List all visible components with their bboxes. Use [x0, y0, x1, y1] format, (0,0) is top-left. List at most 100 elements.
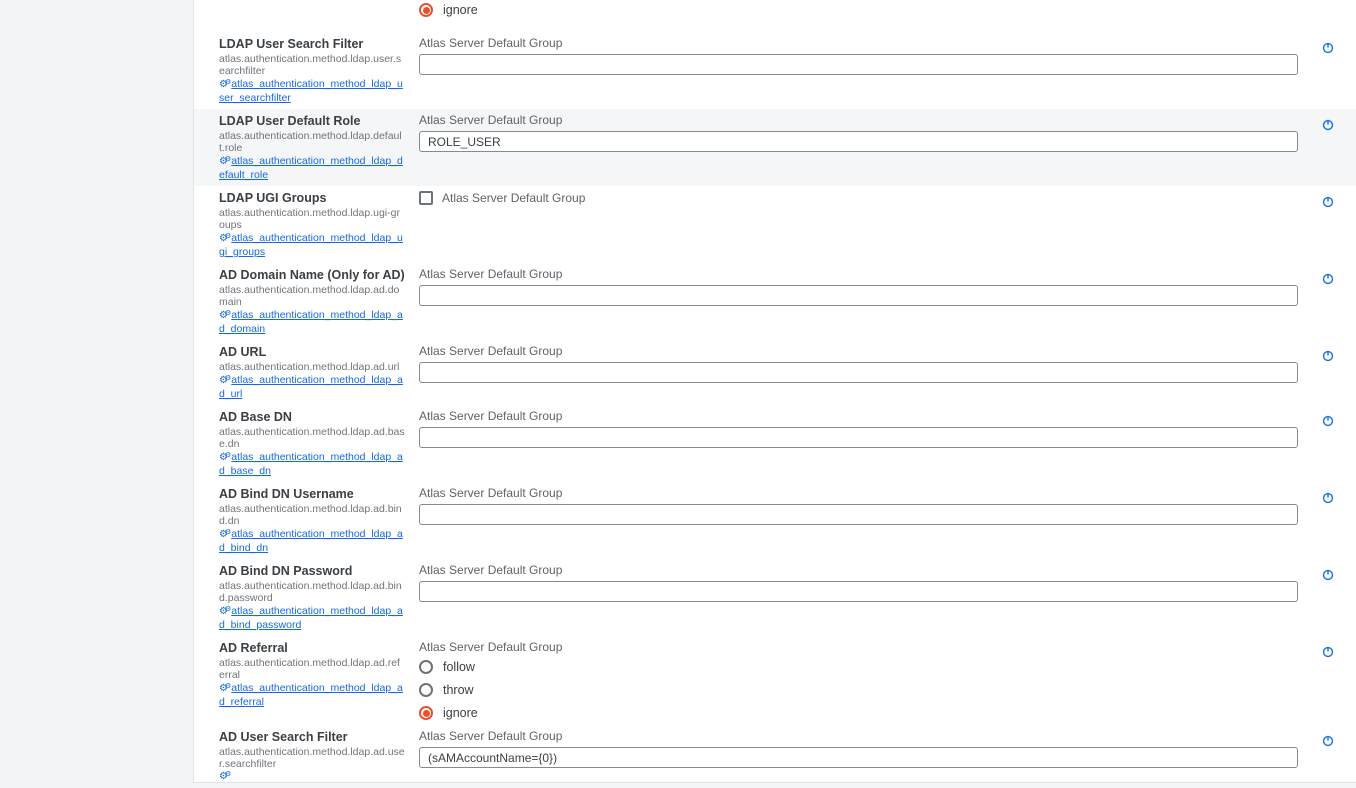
reset-to-default-icon[interactable] [1322, 118, 1334, 130]
property-name: atlas.authentication.method.ldap.user.se… [219, 53, 405, 77]
property-name: atlas.authentication.method.ldap.default… [219, 130, 405, 154]
radio-option[interactable]: ignore [419, 706, 1298, 720]
config-value-input[interactable] [419, 504, 1298, 525]
reset-to-default-icon[interactable] [1322, 195, 1334, 207]
gears-icon: ⚙⚙ [219, 233, 229, 244]
radio-option[interactable]: throw [419, 683, 1298, 697]
config-value-input[interactable] [419, 581, 1298, 602]
api-name-link[interactable]: ⚙⚙atlas_authentication_method_ldap_ugi_g… [219, 232, 405, 258]
gears-icon: ⚙⚙ [219, 529, 229, 540]
radio-icon[interactable] [419, 660, 433, 674]
group-label: Atlas Server Default Group [419, 487, 562, 500]
config-row: AD Bind DN Username atlas.authentication… [194, 482, 1356, 559]
group-label: Atlas Server Default Group [419, 641, 562, 654]
radio-option-label: follow [443, 660, 475, 674]
left-panel [0, 0, 193, 788]
config-row: AD Bind DN Password atlas.authentication… [194, 559, 1356, 636]
config-row: AD Base DN atlas.authentication.method.l… [194, 405, 1356, 482]
reset-to-default-icon[interactable] [1322, 349, 1334, 361]
reset-to-default-icon[interactable] [1322, 414, 1334, 426]
api-name-link[interactable]: ⚙⚙atlas_authentication_method_ldap_ad_do… [219, 309, 405, 335]
group-line: Atlas Server Default Group [419, 730, 1298, 743]
reset-to-default-icon[interactable] [1322, 491, 1334, 503]
gears-icon: ⚙⚙ [219, 683, 229, 694]
gears-icon: ⚙⚙ [219, 452, 229, 463]
api-name-link[interactable]: ⚙⚙atlas_authentication_method_ldap_ad_bi… [219, 528, 405, 554]
radio-option[interactable]: ignore [419, 3, 1292, 17]
api-name-link-label: atlas_authentication_method_ldap_ad_refe… [219, 682, 403, 708]
config-value-input[interactable] [419, 747, 1298, 768]
reset-to-default-icon[interactable] [1322, 272, 1334, 284]
group-label: Atlas Server Default Group [419, 564, 562, 577]
setting-title: LDAP User Default Role [219, 114, 405, 128]
config-value-input[interactable] [419, 427, 1298, 448]
config-row: AD Domain Name (Only for AD) atlas.authe… [194, 263, 1356, 340]
row-control [419, 427, 1298, 448]
setting-title: AD Base DN [219, 410, 405, 424]
api-name-link[interactable]: ⚙⚙atlas_authentication_method_ldap_ad_ur… [219, 374, 405, 400]
setting-title: AD Bind DN Password [219, 564, 405, 578]
property-name: atlas.authentication.method.ldap.ad.bind… [219, 503, 405, 527]
config-row: LDAP User Default Role atlas.authenticat… [194, 109, 1356, 186]
setting-title: AD URL [219, 345, 405, 359]
config-row: AD User Search Filter atlas.authenticati… [194, 725, 1356, 783]
radio-option-label: throw [443, 683, 474, 697]
setting-title: LDAP UGI Groups [219, 191, 405, 205]
api-name-link[interactable]: ⚙⚙atlas_authentication_method_ldap_ad_re… [219, 682, 405, 708]
config-value-input[interactable] [419, 131, 1298, 152]
reset-to-default-icon[interactable] [1322, 568, 1334, 580]
api-name-link-label: atlas_authentication_method_ldap_ad_url [219, 374, 403, 400]
property-name: atlas.authentication.method.ldap.ad.bind… [219, 580, 405, 604]
radio-selected-icon[interactable] [419, 706, 433, 720]
config-value-input[interactable] [419, 54, 1298, 75]
group-line: Atlas Server Default Group [419, 268, 1298, 281]
setting-title: AD User Search Filter [219, 730, 405, 744]
configuration-list-card: ignore LDAP User Search Filter atlas.aut… [193, 0, 1356, 783]
reset-to-default-icon[interactable] [1322, 734, 1334, 746]
group-line: Atlas Server Default Group [419, 641, 1298, 654]
api-name-link[interactable]: ⚙⚙atlas_authentication_method_ldap_ad_us… [219, 771, 405, 783]
property-name: atlas.authentication.method.ldap.ad.refe… [219, 657, 405, 681]
group-line: Atlas Server Default Group [419, 114, 1298, 127]
row-control [419, 285, 1298, 306]
reset-to-default-icon[interactable] [1322, 41, 1334, 53]
config-value-input[interactable] [419, 362, 1298, 383]
row-control [419, 54, 1298, 75]
group-line: Atlas Server Default Group [419, 37, 1298, 50]
api-name-link-label: atlas_authentication_method_ldap_default… [219, 155, 403, 181]
api-name-link[interactable]: ⚙⚙atlas_authentication_method_ldap_defau… [219, 155, 405, 181]
gears-icon: ⚙⚙ [219, 156, 229, 167]
gears-icon: ⚙⚙ [219, 310, 229, 321]
property-name: atlas.authentication.method.ldap.ugi-gro… [219, 207, 405, 231]
reset-to-default-icon[interactable] [1322, 645, 1334, 657]
group-line: Atlas Server Default Group [419, 410, 1298, 423]
api-name-link[interactable]: ⚙⚙atlas_authentication_method_ldap_ad_ba… [219, 451, 405, 477]
partial-row-label-spacer [219, 3, 419, 17]
config-row: LDAP UGI Groups atlas.authentication.met… [194, 186, 1356, 263]
row-control [419, 747, 1298, 768]
api-name-link-label: atlas_authentication_method_ldap_ad_bind… [219, 605, 403, 631]
checkbox-unchecked-icon[interactable] [419, 191, 433, 205]
group-line[interactable]: Atlas Server Default Group [419, 191, 1298, 205]
radio-option-label: ignore [443, 3, 478, 17]
gears-icon: ⚙⚙ [219, 606, 229, 617]
property-name: atlas.authentication.method.ldap.ad.base… [219, 426, 405, 450]
group-line: Atlas Server Default Group [419, 345, 1298, 358]
group-line: Atlas Server Default Group [419, 487, 1298, 500]
setting-title: LDAP User Search Filter [219, 37, 405, 51]
api-name-link-label: atlas_authentication_method_ldap_user_se… [219, 78, 403, 104]
group-label: Atlas Server Default Group [419, 730, 562, 743]
row-control [419, 581, 1298, 602]
radio-option[interactable]: follow [419, 660, 1298, 674]
group-line: Atlas Server Default Group [419, 564, 1298, 577]
api-name-link[interactable]: ⚙⚙atlas_authentication_method_ldap_ad_bi… [219, 605, 405, 631]
api-name-link-label: atlas_authentication_method_ldap_ad_doma… [219, 309, 403, 335]
row-control [419, 131, 1298, 152]
group-label: Atlas Server Default Group [442, 192, 585, 205]
api-name-link-label: atlas_authentication_method_ldap_ugi_gro… [219, 232, 403, 258]
radio-icon[interactable] [419, 683, 433, 697]
radio-selected-icon[interactable] [419, 3, 433, 17]
config-value-input[interactable] [419, 285, 1298, 306]
api-name-link[interactable]: ⚙⚙atlas_authentication_method_ldap_user_… [219, 78, 405, 104]
setting-title: AD Domain Name (Only for AD) [219, 268, 405, 282]
